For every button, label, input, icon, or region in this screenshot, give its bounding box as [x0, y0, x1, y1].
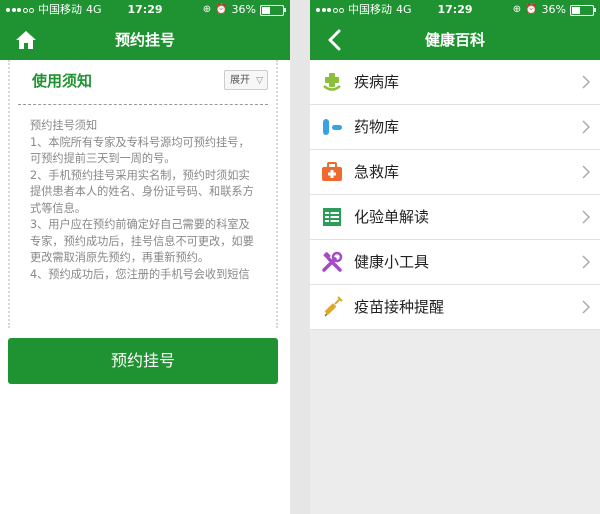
syringe-icon [324, 296, 343, 317]
chevron-right-icon [582, 75, 590, 89]
nav-bar: 预约挂号 [0, 20, 290, 60]
chevron-right-icon [582, 210, 590, 224]
menu-item-first-aid-library[interactable]: 急救库 [310, 150, 600, 195]
notice-line: 1、本院所有专家及专科号源均可预约挂号，可预约提前三天到一周的号。 [30, 135, 250, 166]
notice-line: 预约挂号须知 [30, 119, 98, 132]
page-title: 预约挂号 [114, 31, 175, 49]
notice-body: 预约挂号须知 1、本院所有专家及专科号源均可预约挂号，可预约提前三天到一周的号。… [30, 118, 260, 283]
alarm-icon: ⏰ [525, 4, 538, 15]
chevron-right-icon [582, 255, 590, 269]
notice-card: 使用须知 展开 ▽ 预约挂号须知 1、本院所有专家及专科号源均可预约挂号，可预约… [8, 60, 278, 328]
disease-cross-icon [323, 73, 341, 91]
menu-item-lab-report[interactable]: 化验单解读 [310, 195, 600, 240]
menu-item-health-tools[interactable]: 健康小工具 [310, 240, 600, 285]
status-right: ⊕ ⏰ 36% [512, 0, 596, 20]
rotation-lock-icon: ⊕ [512, 4, 522, 15]
right-screen: 中国移动 4G 17:29 ⊕ ⏰ 36% 健康百科 疾病库 药物库 急救库 化… [310, 0, 600, 514]
home-icon[interactable] [14, 28, 38, 52]
notice-line: 3、用户应在预约前确定好自己需要的科室及专家，预约成功后，挂号信息不可更改，如要… [30, 218, 254, 264]
status-bar: 中国移动 4G 17:29 ⊕ ⏰ 36% [0, 0, 290, 20]
menu-item-label: 急救库 [354, 163, 400, 181]
battery-fill [572, 6, 580, 14]
menu-item-disease-library[interactable]: 疾病库 [310, 60, 600, 105]
menu-item-label: 化验单解读 [354, 208, 430, 226]
menu-item-vaccine-reminder[interactable]: 疫苗接种提醒 [310, 285, 600, 330]
book-appointment-button[interactable]: 预约挂号 [8, 338, 278, 384]
expand-button[interactable]: 展开 ▽ [224, 70, 268, 90]
status-bar: 中国移动 4G 17:29 ⊕ ⏰ 36% [310, 0, 600, 20]
expand-button-label: 展开 [230, 75, 250, 86]
chevron-right-icon [582, 120, 590, 134]
rotation-lock-icon: ⊕ [202, 4, 212, 15]
left-screen: 中国移动 4G 17:29 ⊕ ⏰ 36% 预约挂号 使用须知 展开 ▽ 预约挂… [0, 0, 290, 514]
chevron-down-icon: ▽ [256, 76, 263, 86]
notice-header: 使用须知 展开 ▽ [18, 60, 268, 105]
pill-icon [323, 119, 342, 135]
battery-icon [570, 4, 596, 16]
status-right: ⊕ ⏰ 36% [202, 0, 286, 20]
battery-percent: 36% [231, 3, 256, 16]
notice-title: 使用须知 [32, 72, 93, 90]
notice-line: 4、预约成功后，您注册的手机号会收到短信 [30, 267, 250, 281]
lab-report-icon [323, 208, 341, 226]
first-aid-kit-icon [322, 162, 342, 181]
page-title: 健康百科 [424, 31, 485, 49]
menu-item-label: 疾病库 [354, 73, 400, 91]
menu-item-label: 疫苗接种提醒 [354, 298, 445, 316]
menu-item-label: 药物库 [354, 118, 400, 136]
encyclopedia-menu: 疾病库 药物库 急救库 化验单解读 健康小工具 疫苗接种提醒 [310, 60, 600, 330]
menu-item-label: 健康小工具 [354, 253, 430, 271]
tools-icon [322, 251, 343, 272]
alarm-icon: ⏰ [215, 4, 228, 15]
nav-bar: 健康百科 [310, 20, 600, 60]
battery-percent: 36% [541, 3, 566, 16]
menu-item-drug-library[interactable]: 药物库 [310, 105, 600, 150]
battery-fill [262, 6, 270, 14]
notice-line: 2、手机预约挂号采用实名制，预约时须如实提供患者本人的姓名、身份证号码、和联系方… [30, 168, 254, 215]
back-icon[interactable] [324, 28, 348, 52]
chevron-right-icon [582, 165, 590, 179]
battery-icon [260, 4, 286, 16]
chevron-right-icon [582, 300, 590, 314]
